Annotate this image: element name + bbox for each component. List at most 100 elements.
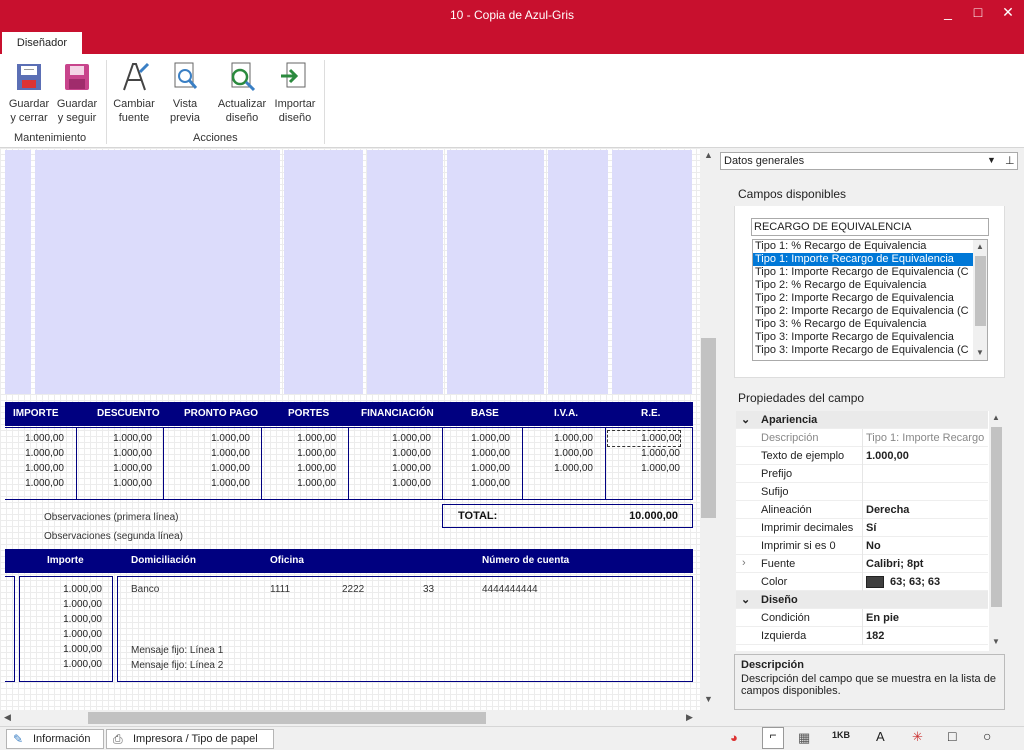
scroll-down-icon[interactable]: ▼: [976, 348, 984, 357]
props-category-diseno[interactable]: ⌄ Diseño: [736, 591, 988, 609]
cell[interactable]: 1.000,00: [266, 476, 336, 491]
cell[interactable]: 1.000,00: [170, 476, 250, 491]
table-icon[interactable]: ▦: [798, 730, 810, 746]
cell[interactable]: 1.000,00: [80, 461, 152, 476]
prop-row-imprimir-decimales[interactable]: Imprimir decimales Sí: [736, 519, 988, 537]
refresh-design-button[interactable]: Actualizar diseño: [214, 60, 270, 125]
close-button[interactable]: ✕: [996, 4, 1020, 21]
expand-icon[interactable]: ›: [742, 557, 746, 569]
scroll-left-icon[interactable]: ◀: [4, 712, 11, 723]
branch-field[interactable]: 2222: [342, 584, 364, 595]
cell[interactable]: 1.000,00: [170, 431, 250, 446]
available-fields-list[interactable]: Tipo 1: % Recargo de Equivalencia Tipo 1…: [752, 239, 988, 361]
cell[interactable]: 1.000,00: [170, 461, 250, 476]
tab-disenador[interactable]: Diseñador: [2, 32, 82, 54]
cell[interactable]: 1.000,00: [24, 657, 102, 672]
prop-row-texto-ejemplo[interactable]: Texto de ejemplo 1.000,00: [736, 447, 988, 465]
cell[interactable]: 1.000,00: [446, 461, 510, 476]
scroll-up-icon[interactable]: ▲: [976, 242, 984, 251]
list-item[interactable]: Tipo 2: Importe Recargo de Equivalencia: [753, 292, 987, 305]
total-label[interactable]: TOTAL:: [458, 510, 497, 522]
vertical-scrollbar[interactable]: ▲ ▼: [700, 148, 717, 710]
list-item[interactable]: Tipo 2: Importe Recargo de Equivalencia …: [753, 305, 987, 318]
tab-impresora[interactable]: ⎙ Impresora / Tipo de papel: [106, 729, 274, 749]
text-tool-icon[interactable]: A: [876, 729, 885, 744]
ellipse-tool-icon[interactable]: ○: [983, 728, 991, 744]
cell[interactable]: 1.000,00: [354, 476, 431, 491]
cell[interactable]: 1.000,00: [80, 431, 152, 446]
list-item[interactable]: Tipo 3: Importe Recargo de Equivalencia …: [753, 344, 987, 357]
cell[interactable]: 1.000,00: [6, 461, 64, 476]
cell[interactable]: 1.000,00: [446, 446, 510, 461]
dc-field[interactable]: 33: [423, 584, 434, 595]
props-grid[interactable]: ⌄ Apariencia Descripción Tipo 1: Importe R…: [736, 411, 1004, 651]
cell[interactable]: 1.000,00: [80, 446, 152, 461]
list-scroll-thumb[interactable]: [975, 256, 986, 326]
fixed-message-2[interactable]: Mensaje fijo: Línea 2: [131, 660, 223, 671]
cell[interactable]: 1.000,00: [354, 431, 431, 446]
list-item[interactable]: Tipo 3: Importe Recargo de Equivalencia: [753, 331, 987, 344]
scroll-down-icon[interactable]: ▼: [704, 694, 713, 704]
prop-row-prefijo[interactable]: Prefijo: [736, 465, 988, 483]
cell[interactable]: 1.000,00: [354, 461, 431, 476]
fixed-message-1[interactable]: Mensaje fijo: Línea 1: [131, 645, 223, 656]
vertical-scroll-thumb[interactable]: [701, 338, 716, 518]
total-value[interactable]: 10.000,00: [629, 510, 678, 522]
barcode-icon[interactable]: 1KB: [832, 730, 850, 740]
palette-icon[interactable]: ◕: [730, 730, 738, 745]
cell[interactable]: 1.000,00: [24, 612, 102, 627]
prop-row-alineacion[interactable]: Alineación Derecha: [736, 501, 988, 519]
prop-row-izquierda[interactable]: Izquierda 182: [736, 627, 988, 645]
prop-row-condicion[interactable]: Condición En pie: [736, 609, 988, 627]
props-scroll-thumb[interactable]: [991, 427, 1002, 607]
list-item[interactable]: Tipo 3: % Recargo de Equivalencia: [753, 318, 987, 331]
observations-line-2[interactable]: Observaciones (segunda línea): [44, 531, 183, 542]
cell[interactable]: 1.000,00: [6, 431, 64, 446]
pin-icon[interactable]: ⊥: [1005, 154, 1015, 167]
props-scrollbar[interactable]: ▲ ▼: [989, 411, 1004, 651]
bank-field[interactable]: Banco: [131, 584, 159, 595]
account-field[interactable]: 4444444444: [482, 584, 538, 595]
list-item[interactable]: Tipo 1: % Recargo de Equivalencia: [753, 240, 987, 253]
cell[interactable]: 1.000,00: [526, 431, 593, 446]
preview-button[interactable]: Vista previa: [162, 60, 208, 125]
tab-informacion[interactable]: ✎ Información: [6, 729, 104, 749]
collapse-icon[interactable]: ⌄: [741, 413, 750, 426]
scroll-up-icon[interactable]: ▲: [992, 413, 1000, 422]
scroll-down-icon[interactable]: ▼: [992, 637, 1000, 646]
chevron-down-icon[interactable]: ▼: [987, 155, 996, 165]
cell[interactable]: 1.000,00: [446, 431, 510, 446]
list-item[interactable]: Tipo 2: % Recargo de Equivalencia: [753, 279, 987, 292]
collapse-icon[interactable]: ⌄: [741, 593, 750, 606]
cell[interactable]: 1.000,00: [608, 446, 680, 461]
cell[interactable]: 1.000,00: [24, 597, 102, 612]
prop-row-fuente[interactable]: › Fuente Calibri; 8pt: [736, 555, 988, 573]
prop-row-sufijo[interactable]: Sufijo: [736, 483, 988, 501]
section-dropdown[interactable]: Datos generales ▼ ⊥: [720, 152, 1018, 170]
cell[interactable]: 1.000,00: [526, 446, 593, 461]
save-continue-button[interactable]: Guardar y seguir: [54, 60, 100, 125]
cell[interactable]: 1.000,00: [6, 446, 64, 461]
cell[interactable]: 1.000,00: [446, 476, 510, 491]
cell[interactable]: 1.000,00: [266, 446, 336, 461]
change-font-button[interactable]: Cambiar fuente: [110, 60, 158, 125]
cell[interactable]: 1.000,00: [266, 431, 336, 446]
scroll-right-icon[interactable]: ▶: [686, 712, 693, 723]
scroll-up-icon[interactable]: ▲: [704, 150, 713, 160]
horizontal-scrollbar[interactable]: ◀ ▶: [0, 710, 717, 726]
line-tool-icon[interactable]: ✳: [912, 729, 923, 745]
cell-selected[interactable]: 1.000,00: [607, 430, 681, 447]
cell[interactable]: 1.000,00: [80, 476, 152, 491]
rectangle-tool-icon[interactable]: □: [948, 728, 956, 744]
prop-row-descripcion[interactable]: Descripción Tipo 1: Importe Recargo: [736, 429, 988, 447]
list-item-selected[interactable]: Tipo 1: Importe Recargo de Equivalencia: [753, 253, 987, 266]
cell[interactable]: 1.000,00: [6, 476, 64, 491]
list-scrollbar[interactable]: ▲ ▼: [973, 240, 987, 360]
design-canvas[interactable]: IMPORTE DESCUENTO PRONTO PAGO PORTES FIN…: [0, 148, 700, 710]
field-search-input[interactable]: RECARGO DE EQUIVALENCIA: [751, 218, 989, 236]
prop-row-imprimir-si-cero[interactable]: Imprimir si es 0 No: [736, 537, 988, 555]
cell[interactable]: 1.000,00: [24, 642, 102, 657]
cell[interactable]: 1.000,00: [354, 446, 431, 461]
minimize-button[interactable]: _: [936, 4, 960, 20]
props-category-apariencia[interactable]: ⌄ Apariencia: [736, 411, 988, 429]
